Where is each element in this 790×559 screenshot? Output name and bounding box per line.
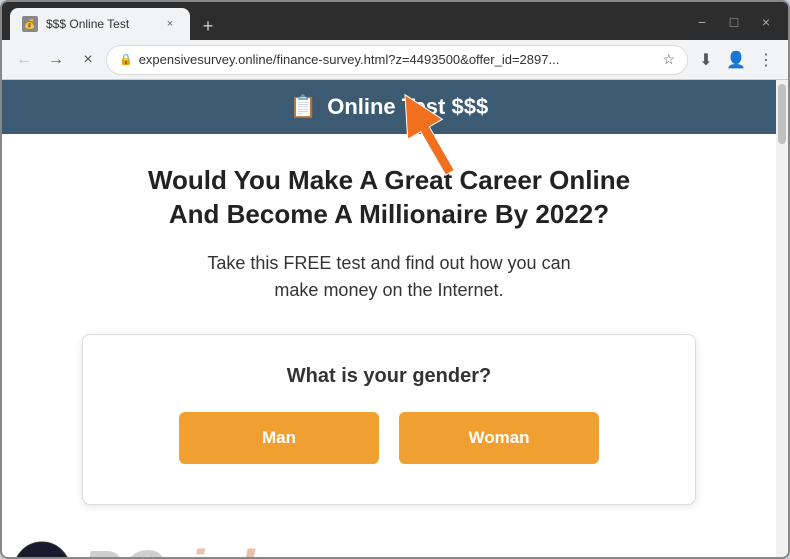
bookmark-icon[interactable]: ☆ (662, 51, 675, 68)
main-content: Would You Make A Great Career OnlineAnd … (2, 134, 776, 525)
tab-bar: 💰 $$$ Online Test × + − □ × (2, 2, 788, 40)
browser-window: 💰 $$$ Online Test × + − □ × ← → × 🔒 expe… (0, 0, 790, 559)
pc-risk-logo: PC (12, 540, 72, 557)
toolbar-right: ⬇ 👤 ⋮ (692, 46, 780, 74)
survey-question: What is your gender? (123, 365, 655, 388)
headline: Would You Make A Great Career OnlineAnd … (62, 164, 716, 232)
woman-button[interactable]: Woman (399, 412, 599, 464)
site-header-icon: 📋 (290, 94, 317, 120)
toolbar: ← → × 🔒 expensivesurvey.online/finance-s… (2, 40, 788, 80)
back-button[interactable]: ← (10, 46, 38, 74)
survey-buttons: Man Woman (123, 412, 655, 464)
content-area: 📋 Online Test $$$ Would You Make A Great… (2, 80, 788, 557)
scrollbar-thumb[interactable] (778, 84, 786, 144)
menu-button[interactable]: ⋮ (752, 46, 780, 74)
forward-button[interactable]: → (42, 46, 70, 74)
download-button[interactable]: ⬇ (692, 46, 720, 74)
page-content: 📋 Online Test $$$ Would You Make A Great… (2, 80, 776, 557)
close-or-reload-button[interactable]: × (74, 46, 102, 74)
site-header: 📋 Online Test $$$ (2, 80, 776, 134)
tab-close-button[interactable]: × (162, 16, 178, 32)
minimize-button[interactable]: − (688, 8, 716, 36)
man-button[interactable]: Man (179, 412, 379, 464)
new-tab-button[interactable]: + (194, 12, 222, 40)
address-bar[interactable]: 🔒 expensivesurvey.online/finance-survey.… (106, 45, 688, 75)
tab-favicon: 💰 (22, 16, 38, 32)
subheadline: Take this FREE test and find out how you… (62, 250, 716, 304)
site-header-title: Online Test $$$ (327, 94, 488, 120)
watermark: PC PCrisk.com (2, 525, 776, 557)
close-window-button[interactable]: × (752, 8, 780, 36)
maximize-button[interactable]: □ (720, 8, 748, 36)
profile-button[interactable]: 👤 (722, 46, 750, 74)
tab-bar-controls: − □ × (688, 8, 780, 40)
address-text: expensivesurvey.online/finance-survey.ht… (139, 52, 657, 67)
scrollbar[interactable] (776, 80, 788, 557)
active-tab[interactable]: 💰 $$$ Online Test × (10, 8, 190, 40)
lock-icon: 🔒 (119, 53, 133, 66)
survey-card: What is your gender? Man Woman (82, 334, 696, 505)
tab-title: $$$ Online Test (46, 17, 154, 31)
watermark-text: PCrisk.com (82, 538, 411, 557)
